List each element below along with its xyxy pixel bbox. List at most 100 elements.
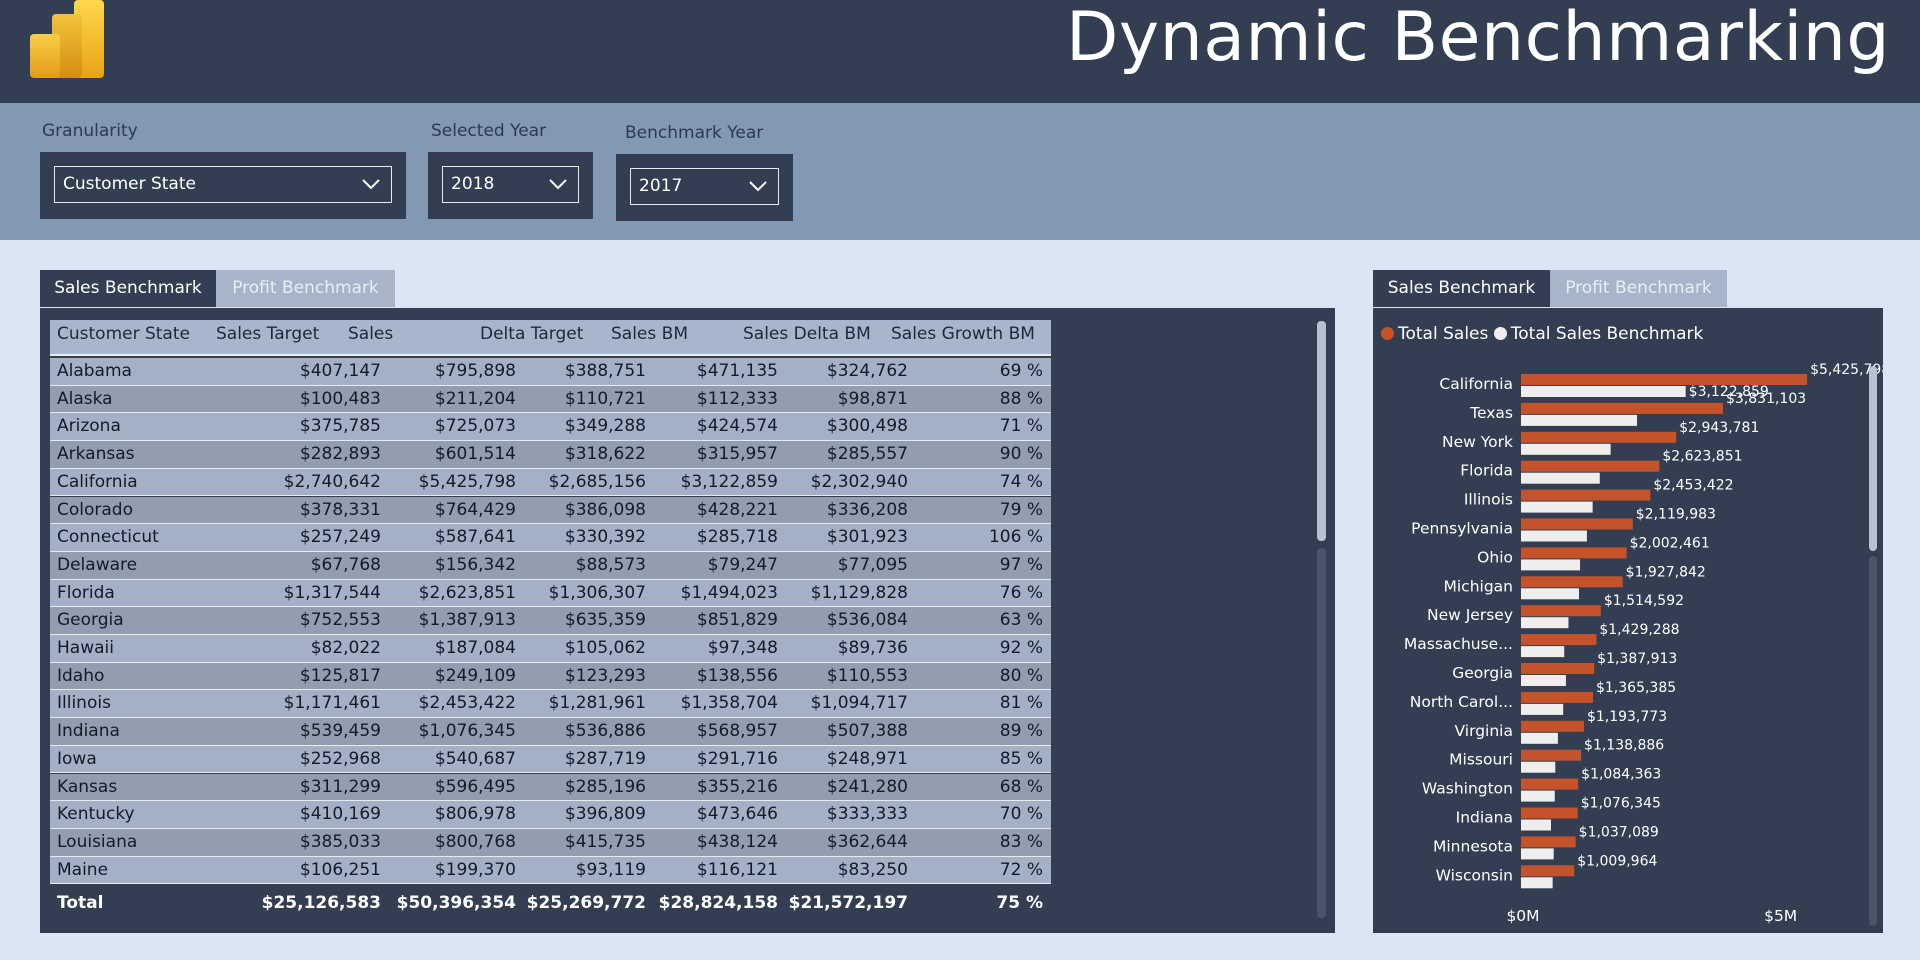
bar-total-sales[interactable] bbox=[1521, 663, 1595, 674]
column-header[interactable]: Sales Target bbox=[216, 324, 319, 344]
table-cell: $601,514 bbox=[434, 444, 516, 465]
table-row[interactable]: Florida $1,317,544 $2,623,851 $1,306,307 $1,… bbox=[50, 579, 1051, 608]
bar-total-sales-benchmark[interactable] bbox=[1521, 732, 1558, 744]
table-row[interactable]: Colorado $378,331 $764,429 $386,098 $428,221… bbox=[50, 496, 1051, 525]
total-cell: 75 % bbox=[996, 893, 1043, 913]
table-row[interactable]: Connecticut $257,249 $587,641 $330,392 $285,… bbox=[50, 524, 1051, 552]
bar-total-sales-benchmark[interactable] bbox=[1521, 617, 1569, 629]
table-cell: 88 % bbox=[999, 388, 1043, 409]
table-row[interactable]: California $2,740,642 $5,425,798 $2,685,156… bbox=[50, 468, 1051, 497]
bar-total-sales-benchmark[interactable] bbox=[1521, 386, 1686, 397]
bar-total-sales-benchmark[interactable] bbox=[1521, 472, 1600, 484]
bar-total-sales[interactable] bbox=[1521, 634, 1597, 646]
table-cell: $100,483 bbox=[299, 388, 381, 409]
bar-total-sales[interactable] bbox=[1521, 807, 1578, 819]
bar-total-sales[interactable] bbox=[1521, 778, 1579, 790]
table-row[interactable]: Iowa $252,968 $540,687 $287,719 $291,716 $248… bbox=[50, 745, 1051, 774]
selected-year-label: Selected Year bbox=[431, 121, 547, 141]
table-row[interactable]: Kansas $311,299 $596,495 $285,196 $355,216 $2… bbox=[50, 773, 1051, 802]
table-cell: $3,122,859 bbox=[680, 471, 778, 492]
bar-total-sales[interactable] bbox=[1521, 489, 1651, 501]
tab-sales-benchmark-chart[interactable]: Sales Benchmark bbox=[1373, 270, 1550, 307]
bar-total-sales[interactable] bbox=[1521, 720, 1584, 732]
table-row[interactable]: Illinois $1,171,461 $2,453,422 $1,281,961 $1… bbox=[50, 690, 1051, 719]
chart-scrollbar-thumb[interactable] bbox=[1869, 366, 1877, 551]
table-row[interactable]: Maine $106,251 $199,370 $93,119 $116,121 $83,… bbox=[50, 856, 1051, 885]
bar-total-sales[interactable] bbox=[1521, 749, 1582, 761]
column-header[interactable]: Sales Delta BM bbox=[743, 324, 871, 344]
column-header[interactable]: Sales BM bbox=[611, 324, 688, 344]
bar-total-sales[interactable] bbox=[1521, 547, 1627, 559]
bar-total-sales-benchmark[interactable] bbox=[1521, 414, 1637, 426]
table-cell: $285,557 bbox=[826, 444, 908, 465]
column-header[interactable]: Sales bbox=[348, 324, 393, 344]
bar-total-sales-benchmark[interactable] bbox=[1521, 703, 1564, 715]
table-cell: $415,735 bbox=[564, 831, 646, 852]
column-header[interactable]: Delta Target bbox=[480, 324, 583, 344]
bar-total-sales[interactable] bbox=[1521, 431, 1677, 443]
table-row[interactable]: Kentucky $410,169 $806,978 $396,809 $473,646… bbox=[50, 801, 1051, 829]
bar-total-sales-benchmark[interactable] bbox=[1521, 501, 1593, 513]
bar-total-sales-benchmark[interactable] bbox=[1521, 848, 1554, 860]
table-cell: Arkansas bbox=[57, 444, 135, 465]
table-cell: $315,957 bbox=[696, 444, 778, 465]
bar-total-sales[interactable] bbox=[1521, 576, 1623, 588]
bar-total-sales-benchmark[interactable] bbox=[1521, 443, 1611, 455]
data-label-benchmark: $3,122,859 bbox=[1689, 384, 1769, 400]
table-cell: $536,886 bbox=[564, 721, 646, 742]
table-row[interactable]: Arizona $375,785 $725,073 $349,288 $424,574 $… bbox=[50, 413, 1051, 442]
chart-scrollbar-track[interactable] bbox=[1869, 556, 1877, 926]
selected-year-select[interactable]: 2018 bbox=[442, 166, 579, 203]
table-row[interactable]: Arkansas $282,893 $601,514 $318,622 $315,957… bbox=[50, 441, 1051, 469]
bar-total-sales-benchmark[interactable] bbox=[1521, 646, 1565, 658]
category-label: Florida bbox=[1460, 462, 1513, 480]
chevron-down-icon[interactable] bbox=[361, 177, 381, 191]
bar-total-sales[interactable] bbox=[1521, 865, 1575, 877]
table-scrollbar-thumb[interactable] bbox=[1317, 321, 1326, 541]
table-row[interactable]: Indiana $539,459 $1,076,345 $536,886 $568,95… bbox=[50, 718, 1051, 746]
bar-total-sales-benchmark[interactable] bbox=[1521, 530, 1587, 542]
bar-total-sales[interactable] bbox=[1521, 605, 1601, 617]
table-total-row: Total $25,126,583 $50,396,354 $25,269,77… bbox=[50, 891, 1051, 921]
selected-year-dropdown[interactable]: 2018 bbox=[428, 152, 593, 219]
column-header[interactable]: Customer State bbox=[57, 324, 190, 344]
bar-total-sales-benchmark[interactable] bbox=[1521, 761, 1556, 773]
bar-total-sales[interactable] bbox=[1521, 691, 1593, 703]
table-row[interactable]: Louisiana $385,033 $800,768 $415,735 $438,12… bbox=[50, 828, 1051, 857]
table-cell: $79,247 bbox=[707, 554, 778, 575]
bar-total-sales-benchmark[interactable] bbox=[1521, 559, 1581, 571]
chevron-down-icon[interactable] bbox=[748, 179, 768, 193]
table-cell: 69 % bbox=[999, 361, 1043, 381]
legend-item-total-sales[interactable]: Total Sales bbox=[1381, 324, 1488, 344]
tab-profit-benchmark-chart[interactable]: Profit Benchmark bbox=[1550, 270, 1727, 307]
benchmark-year-dropdown[interactable]: 2017 bbox=[616, 154, 793, 221]
chevron-down-icon[interactable] bbox=[548, 177, 568, 191]
bar-total-sales-benchmark[interactable] bbox=[1521, 819, 1551, 831]
table-row[interactable]: Hawaii $82,022 $187,084 $105,062 $97,348 $89,… bbox=[50, 635, 1051, 663]
table-cell: $199,370 bbox=[434, 859, 516, 880]
bar-total-sales-benchmark[interactable] bbox=[1521, 675, 1566, 686]
table-cell: 72 % bbox=[999, 859, 1043, 880]
table-cell: $110,553 bbox=[826, 665, 908, 686]
table-row[interactable]: Alaska $100,483 $211,204 $110,721 $112,333 $9… bbox=[50, 385, 1051, 414]
granularity-select[interactable]: Customer State bbox=[54, 166, 392, 203]
table-scrollbar-track[interactable] bbox=[1317, 548, 1326, 918]
bar-total-sales-benchmark[interactable] bbox=[1521, 790, 1555, 802]
table-row[interactable]: Alabama $407,147 $795,898 $388,751 $471,135 $… bbox=[50, 358, 1051, 386]
granularity-dropdown[interactable]: Customer State bbox=[40, 152, 406, 219]
bar-total-sales[interactable] bbox=[1521, 518, 1633, 530]
table-row[interactable]: Georgia $752,553 $1,387,913 $635,359 $851,82… bbox=[50, 607, 1051, 635]
bar-total-sales[interactable] bbox=[1521, 836, 1576, 848]
tab-sales-benchmark[interactable]: Sales Benchmark bbox=[40, 270, 216, 307]
benchmark-year-select[interactable]: 2017 bbox=[630, 168, 779, 205]
bar-total-sales-benchmark[interactable] bbox=[1521, 877, 1553, 889]
total-cell: $25,269,772 bbox=[526, 893, 646, 913]
table-row[interactable]: Delaware $67,768 $156,342 $88,573 $79,247 $77… bbox=[50, 551, 1051, 580]
tab-profit-benchmark[interactable]: Profit Benchmark bbox=[216, 270, 395, 307]
bar-total-sales[interactable] bbox=[1521, 460, 1660, 472]
column-header[interactable]: Sales Growth BM bbox=[891, 324, 1035, 344]
table-row[interactable]: Idaho $125,817 $249,109 $123,293 $138,556 $11… bbox=[50, 662, 1051, 691]
bar-total-sales[interactable] bbox=[1521, 402, 1724, 414]
bar-total-sales-benchmark[interactable] bbox=[1521, 588, 1579, 600]
legend-item-total-sales-benchmark[interactable]: Total Sales Benchmark bbox=[1493, 324, 1703, 344]
